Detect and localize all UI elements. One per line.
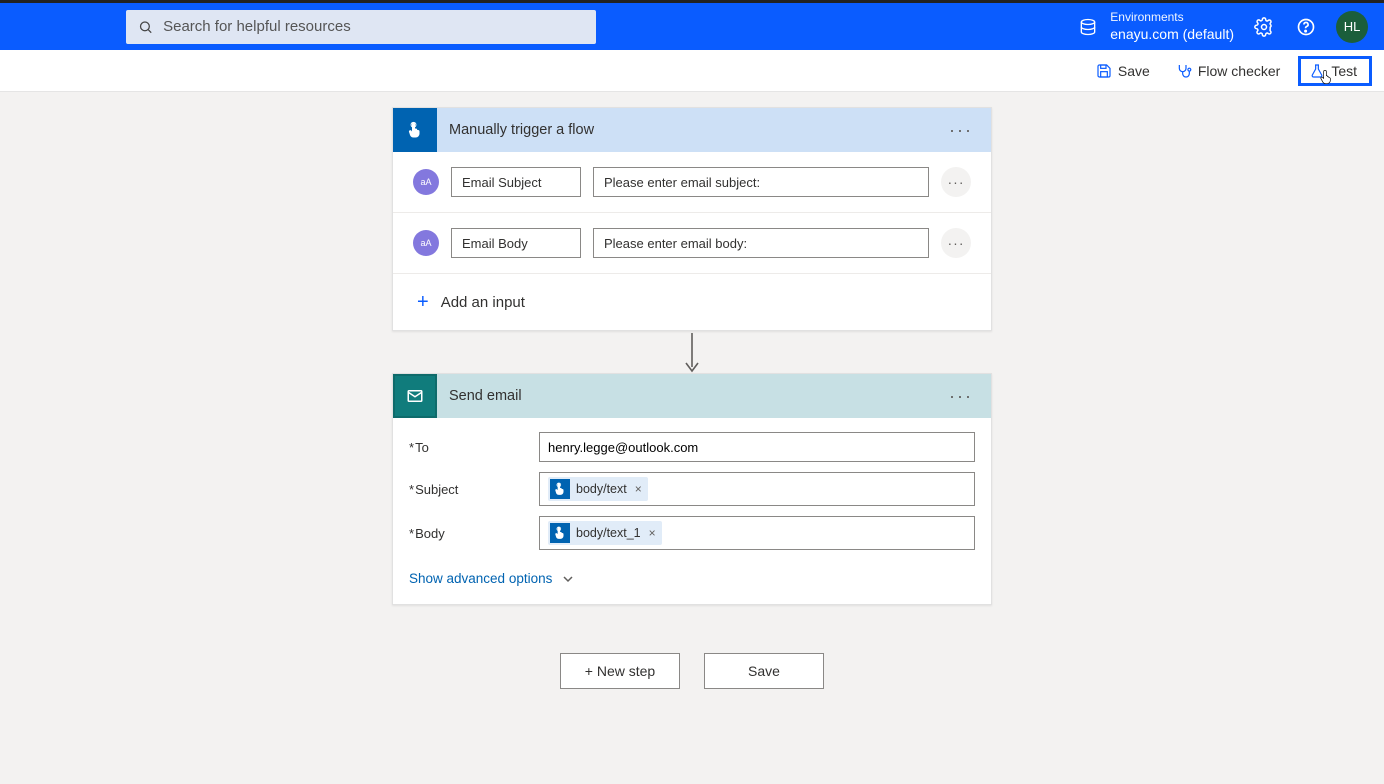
add-input-button[interactable]: + Add an input (393, 274, 991, 330)
stethoscope-icon (1176, 63, 1192, 79)
settings-button[interactable] (1252, 15, 1276, 39)
token-text: body/text_1 (576, 526, 641, 540)
text-type-badge: aA (413, 169, 439, 195)
input-name-field[interactable]: Email Body (451, 228, 581, 258)
finger-tap-icon (406, 121, 424, 139)
new-step-button[interactable]: + New step (560, 653, 680, 689)
trigger-icon (393, 108, 437, 152)
to-row: *To henry.legge@outlook.com (393, 418, 991, 467)
token-remove[interactable]: × (649, 526, 656, 540)
text-type-badge: aA (413, 230, 439, 256)
input-name-field[interactable]: Email Subject (451, 167, 581, 197)
trigger-header[interactable]: Manually trigger a flow ··· (393, 108, 991, 152)
body-label: *Body (409, 526, 539, 541)
trigger-card: Manually trigger a flow ··· aA Email Sub… (392, 107, 992, 331)
environment-name: enayu.com (default) (1110, 25, 1234, 43)
action-title: Send email (449, 388, 945, 404)
search-input[interactable] (163, 18, 584, 35)
trigger-title: Manually trigger a flow (449, 122, 945, 138)
subject-label: *Subject (409, 482, 539, 497)
chevron-down-icon (562, 573, 574, 585)
add-input-label: Add an input (441, 294, 525, 311)
action-card: Send email ··· *To henry.legge@outlook.c… (392, 373, 992, 605)
token-text: body/text (576, 482, 627, 496)
mail-icon (406, 387, 424, 405)
dynamic-token[interactable]: body/text × (548, 477, 648, 501)
save-flow-button[interactable]: Save (704, 653, 824, 689)
trigger-input-row: aA Email Subject Please enter email subj… (393, 152, 991, 213)
body-input[interactable]: body/text_1 × (539, 516, 975, 550)
user-avatar[interactable]: HL (1336, 11, 1368, 43)
flow-canvas: Manually trigger a flow ··· aA Email Sub… (0, 92, 1384, 689)
subject-row: *Subject body/text × (393, 467, 991, 511)
environment-picker[interactable]: Environments enayu.com (default) (1078, 10, 1234, 44)
action-icon (393, 374, 437, 418)
input-prompt-field[interactable]: Please enter email subject: (593, 167, 929, 197)
input-row-menu[interactable]: ··· (941, 167, 971, 197)
input-row-menu[interactable]: ··· (941, 228, 971, 258)
environment-label: Environments (1110, 10, 1234, 26)
save-icon (1096, 63, 1112, 79)
environment-icon (1078, 17, 1098, 37)
action-header[interactable]: Send email ··· (393, 374, 991, 418)
footer-buttons: + New step Save (560, 653, 824, 689)
input-prompt-field[interactable]: Please enter email body: (593, 228, 929, 258)
help-icon (1296, 17, 1316, 37)
advanced-label: Show advanced options (409, 571, 552, 586)
plus-icon: + (417, 292, 429, 312)
token-remove[interactable]: × (635, 482, 642, 496)
connector-arrow[interactable] (684, 331, 700, 373)
token-icon (550, 479, 570, 499)
body-row: *Body body/text_1 × (393, 511, 991, 555)
search-box[interactable] (126, 10, 596, 44)
to-label: *To (409, 440, 539, 455)
trigger-menu-button[interactable]: ··· (945, 120, 977, 141)
flow-checker-button[interactable]: Flow checker (1168, 57, 1288, 85)
to-value: henry.legge@outlook.com (548, 440, 698, 455)
to-input[interactable]: henry.legge@outlook.com (539, 432, 975, 462)
flow-checker-label: Flow checker (1198, 63, 1280, 79)
advanced-options-toggle[interactable]: Show advanced options (393, 555, 991, 604)
search-icon (138, 19, 153, 35)
cursor-icon (1319, 69, 1335, 85)
subject-input[interactable]: body/text × (539, 472, 975, 506)
action-menu-button[interactable]: ··· (945, 386, 977, 407)
action-toolbar: Save Flow checker Test (0, 50, 1384, 92)
token-icon (550, 523, 570, 543)
help-button[interactable] (1294, 15, 1318, 39)
gear-icon (1254, 17, 1274, 37)
save-label: Save (1118, 63, 1150, 79)
arrow-down-icon (684, 333, 700, 373)
trigger-input-row: aA Email Body Please enter email body: ·… (393, 213, 991, 274)
dynamic-token[interactable]: body/text_1 × (548, 521, 662, 545)
test-button[interactable]: Test (1298, 56, 1372, 86)
save-button[interactable]: Save (1088, 57, 1158, 85)
top-nav: Environments enayu.com (default) HL (0, 0, 1384, 50)
